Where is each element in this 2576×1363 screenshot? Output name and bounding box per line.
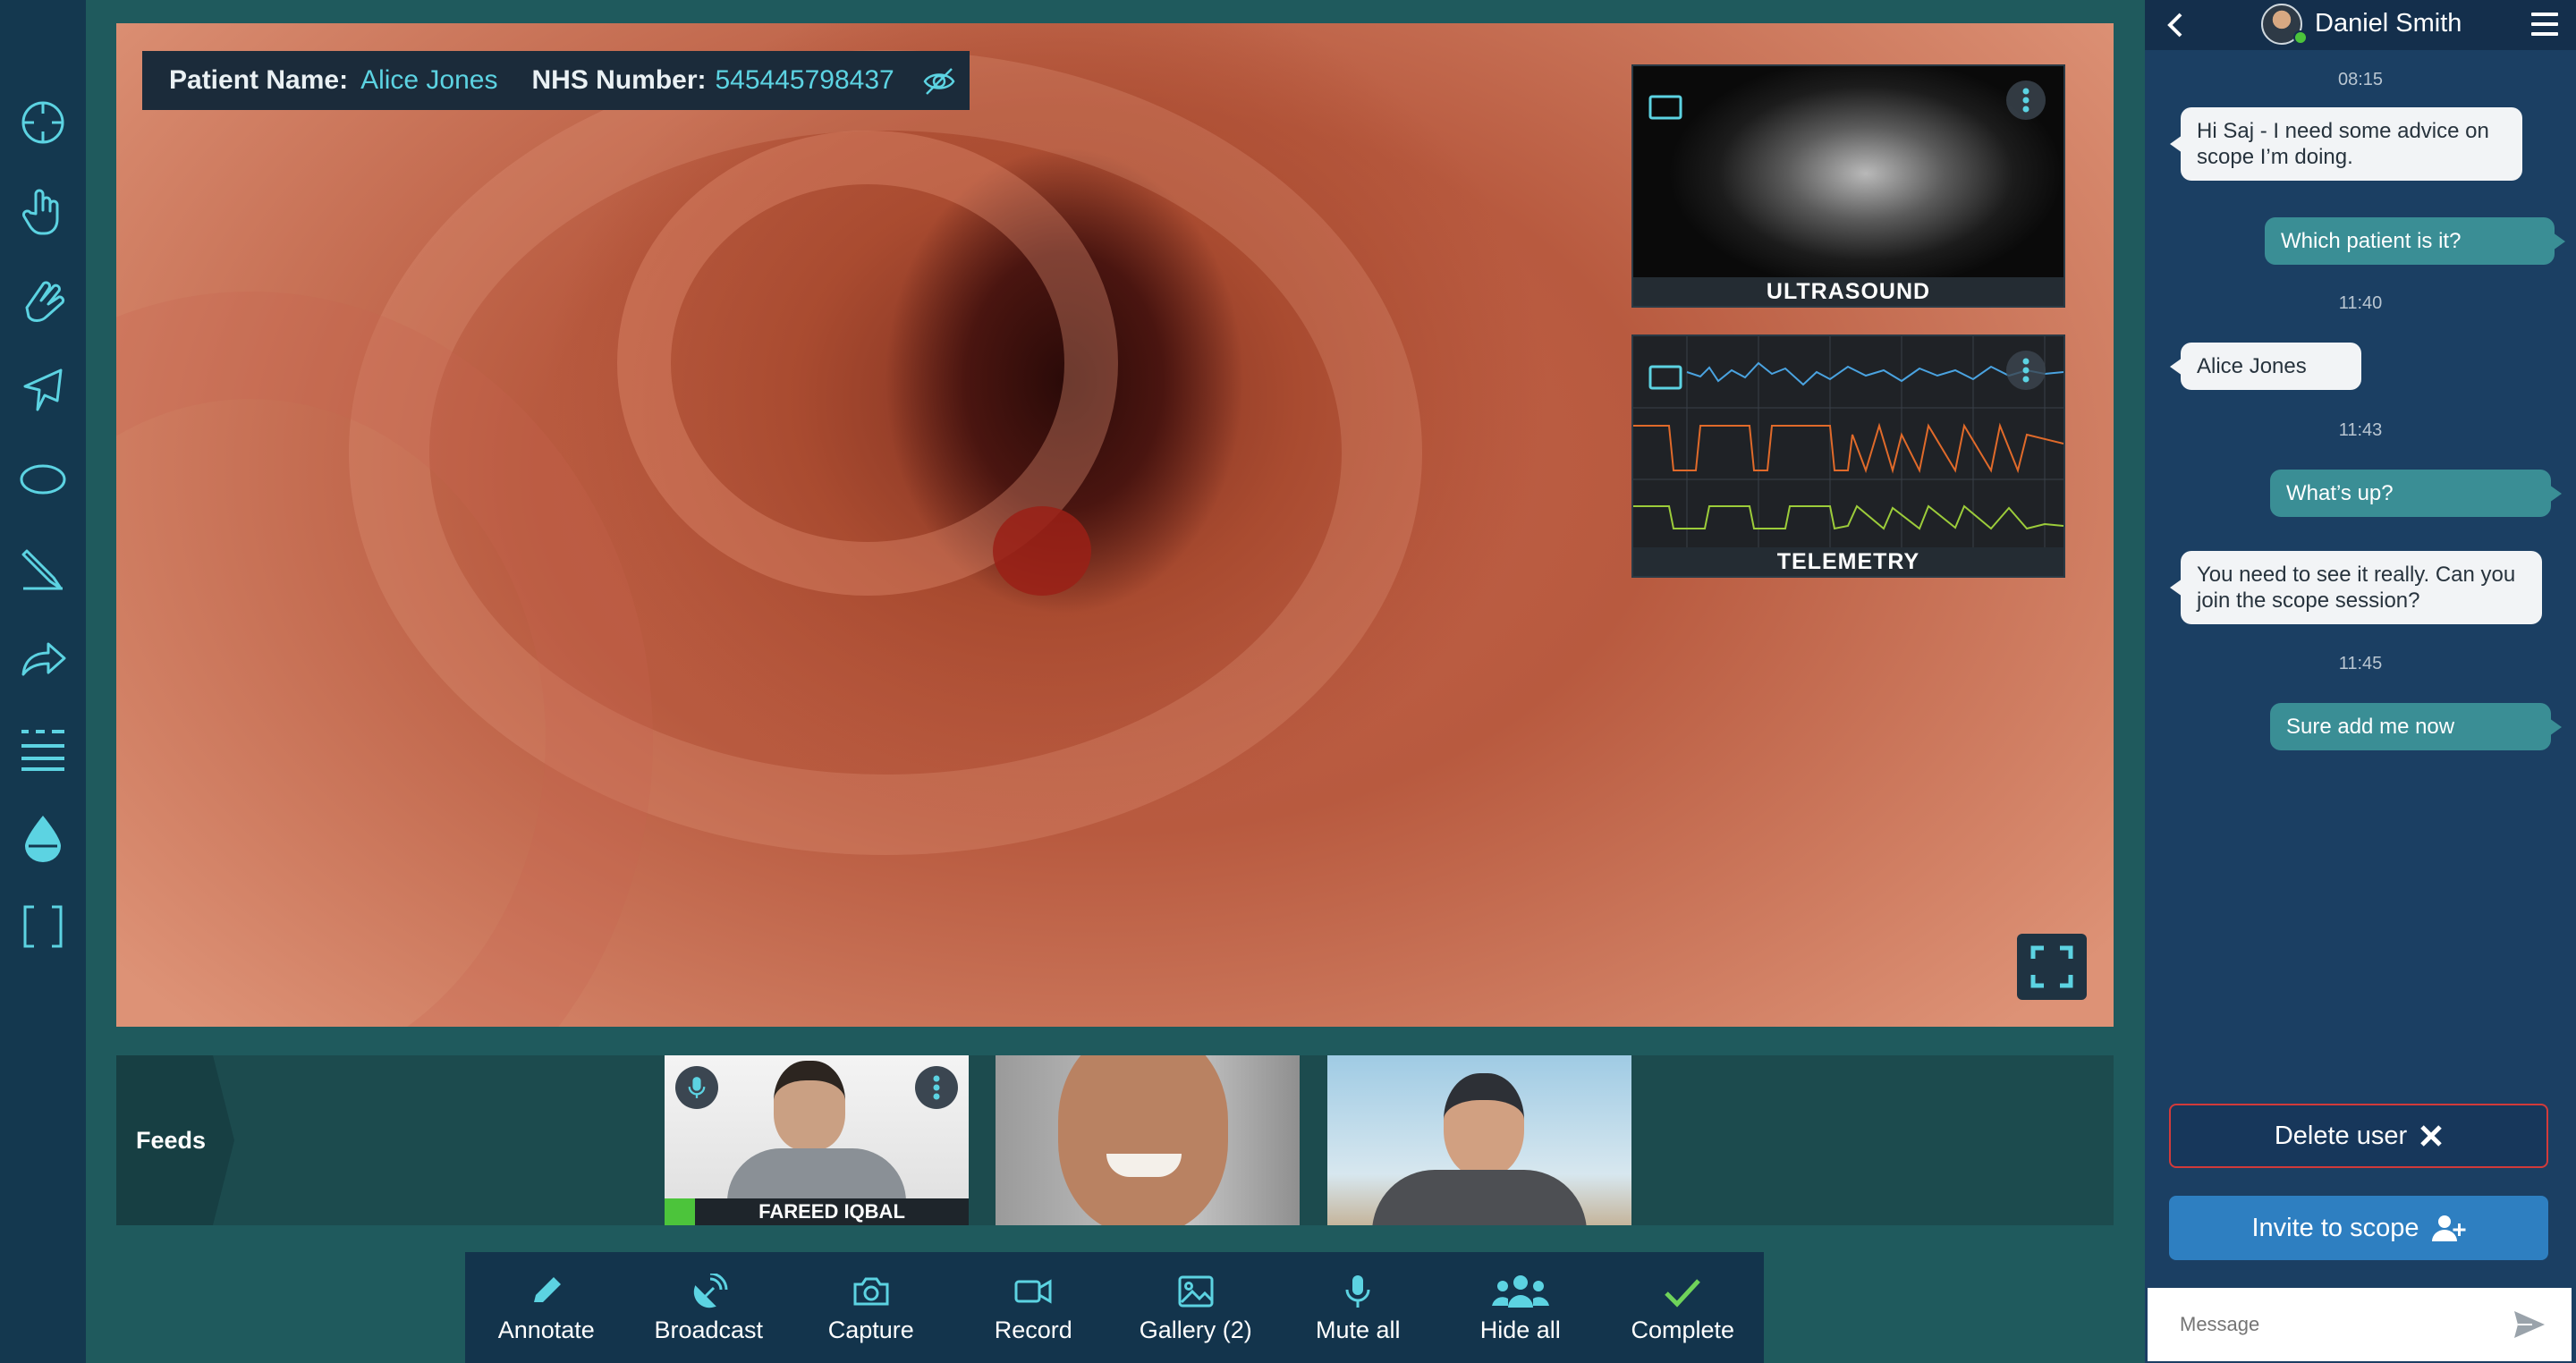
- more-options-icon[interactable]: [2006, 80, 2046, 120]
- telemetry-waveforms: [1633, 336, 2063, 549]
- message-timestamp: 08:15: [2337, 70, 2384, 89]
- message-timestamp: 11:40: [2338, 293, 2383, 313]
- send-icon[interactable]: [2512, 1309, 2546, 1340]
- incoming-message: Alice Jones: [2170, 343, 2361, 390]
- more-options-icon[interactable]: [915, 1066, 958, 1109]
- lines-icon[interactable]: [16, 721, 70, 775]
- tissue-fold: [993, 506, 1091, 596]
- message-timestamp: 11:45: [2338, 654, 2383, 673]
- participant-head: [1444, 1073, 1524, 1177]
- participant-name: FAREED IQBAL: [695, 1198, 969, 1225]
- users-icon: [1491, 1275, 1549, 1308]
- check-icon: [1665, 1279, 1701, 1308]
- participant-head: [774, 1061, 845, 1150]
- patient-name-label: Patient Name:: [169, 65, 349, 95]
- delete-user-button[interactable]: Delete user: [2169, 1104, 2548, 1168]
- microphone-icon[interactable]: [675, 1066, 718, 1109]
- chat-header: Daniel Smith: [2145, 0, 2576, 50]
- crosshair-icon[interactable]: [16, 96, 70, 149]
- outgoing-message: Sure add me now: [2270, 703, 2562, 750]
- capture-button[interactable]: Capture: [790, 1252, 953, 1363]
- participant-smile: [1106, 1154, 1182, 1177]
- video-icon: [1014, 1279, 1052, 1304]
- incoming-message: You need to see it really. Can you join …: [2170, 551, 2542, 624]
- hand-drag-icon[interactable]: [16, 274, 70, 327]
- hide-all-button[interactable]: Hide all: [1439, 1252, 1602, 1363]
- window-icon[interactable]: [1648, 93, 1683, 122]
- delete-user-label: Delete user: [2274, 1121, 2408, 1150]
- close-icon: [2420, 1125, 2442, 1147]
- add-user-icon: [2431, 1215, 2465, 1241]
- message-input[interactable]: [2180, 1313, 2502, 1336]
- mute-all-label: Mute all: [1315, 1316, 1401, 1343]
- invite-to-scope-label: Invite to scope: [2251, 1213, 2419, 1242]
- ultrasound-label: ULTRASOUND: [1633, 277, 2063, 306]
- bracket-icon[interactable]: [16, 900, 70, 953]
- action-bar: Annotate Broadcast Capture Record Galler…: [465, 1252, 1764, 1363]
- image-icon: [1178, 1275, 1214, 1308]
- nhs-number-value: 545445798437: [715, 65, 894, 95]
- camera-icon: [853, 1277, 889, 1306]
- complete-label: Complete: [1631, 1316, 1735, 1343]
- patient-name-value: Alice Jones: [360, 65, 498, 95]
- online-status-dot: [2293, 30, 2308, 45]
- fullscreen-icon: [2030, 945, 2073, 988]
- record-button[interactable]: Record: [953, 1252, 1115, 1363]
- broadcast-button[interactable]: Broadcast: [628, 1252, 791, 1363]
- telemetry-label: TELEMETRY: [1633, 547, 2063, 576]
- participant-feed[interactable]: FAREED IQBAL: [665, 1055, 969, 1225]
- eye-off-icon[interactable]: [921, 63, 957, 99]
- hand-point-icon[interactable]: [16, 185, 70, 239]
- nhs-number-label: NHS Number:: [531, 65, 707, 95]
- broadcast-label: Broadcast: [654, 1316, 764, 1343]
- window-icon[interactable]: [1648, 363, 1683, 392]
- gallery-button[interactable]: Gallery (2): [1114, 1252, 1277, 1363]
- chat-contact-name: Daniel Smith: [2315, 9, 2462, 38]
- mute-all-button[interactable]: Mute all: [1277, 1252, 1440, 1363]
- ultrasound-feed[interactable]: ULTRASOUND: [1631, 64, 2065, 308]
- pointer-icon[interactable]: [16, 363, 70, 417]
- invite-to-scope-button[interactable]: Invite to scope: [2169, 1196, 2548, 1260]
- participant-body: [1372, 1170, 1587, 1225]
- ellipse-icon[interactable]: [16, 453, 70, 506]
- redo-arrow-icon[interactable]: [16, 631, 70, 685]
- annotation-toolbar: [0, 0, 86, 1363]
- pencil-icon: [533, 1277, 561, 1302]
- back-arrow-icon[interactable]: [2163, 11, 2190, 39]
- patient-banner: Patient Name: Alice Jones NHS Number: 54…: [142, 51, 970, 110]
- microphone-icon: [1345, 1275, 1370, 1308]
- outgoing-message: What’s up?: [2270, 470, 2562, 517]
- complete-button[interactable]: Complete: [1602, 1252, 1765, 1363]
- outgoing-message: Which patient is it?: [2265, 217, 2565, 265]
- participant-head: [1058, 1055, 1228, 1225]
- capture-label: Capture: [827, 1316, 914, 1343]
- hide-all-label: Hide all: [1479, 1316, 1561, 1343]
- fullscreen-button[interactable]: [2017, 934, 2087, 1000]
- pencil-icon[interactable]: [16, 542, 70, 596]
- record-label: Record: [994, 1316, 1072, 1343]
- menu-icon[interactable]: [2529, 11, 2560, 38]
- gallery-label: Gallery (2): [1139, 1316, 1252, 1343]
- feeds-tab[interactable]: Feeds: [116, 1055, 234, 1225]
- annotate-label: Annotate: [497, 1316, 595, 1343]
- satellite-icon: [694, 1274, 728, 1308]
- participant-feed[interactable]: [1327, 1055, 1631, 1225]
- incoming-message: Hi Saj - I need some advice on scope I’m…: [2170, 107, 2522, 181]
- annotate-button[interactable]: Annotate: [465, 1252, 628, 1363]
- feeds-title: Feeds: [136, 1126, 207, 1154]
- more-options-icon[interactable]: [2006, 351, 2046, 390]
- drop-icon[interactable]: [16, 810, 70, 864]
- feeds-strip: Feeds FAREED IQBAL: [116, 1055, 2114, 1225]
- telemetry-feed[interactable]: TELEMETRY: [1631, 334, 2065, 578]
- audio-level-indicator: [665, 1198, 695, 1225]
- message-timestamp: 11:43: [2338, 420, 2383, 440]
- participant-feed[interactable]: [996, 1055, 1300, 1225]
- message-composer: [2148, 1288, 2572, 1361]
